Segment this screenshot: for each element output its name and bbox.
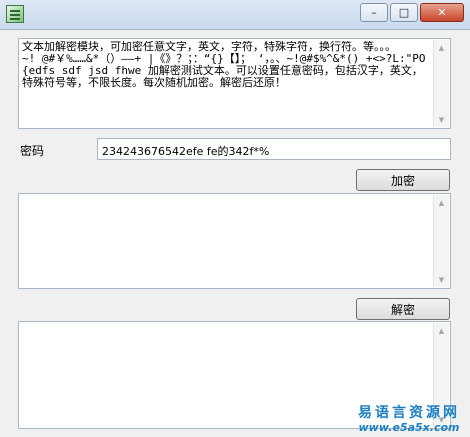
decrypt-button[interactable]: 解密 <box>356 298 450 320</box>
source-text-box[interactable]: 文本加解密模块，可加密任意文字，英文，字符，特殊字符，换行符。等。。。 ~! @… <box>18 38 451 129</box>
scroll-up-icon[interactable]: ▲ <box>434 40 449 55</box>
encrypted-text-box[interactable]: ▲ ▼ <box>18 193 451 289</box>
password-label: 密码 <box>20 144 45 158</box>
app-icon <box>6 5 24 23</box>
source-text: 文本加解密模块，可加密任意文字，英文，字符，特殊字符，换行符。等。。。 ~! @… <box>22 41 426 89</box>
encrypted-scrollbar[interactable]: ▲ ▼ <box>433 195 449 287</box>
minimize-button[interactable]: – <box>360 3 388 22</box>
scroll-up-icon[interactable]: ▲ <box>434 323 449 338</box>
scroll-up-icon[interactable]: ▲ <box>434 195 449 210</box>
watermark: 易语言资源网 www.e5a5x.com <box>358 405 460 434</box>
watermark-line2: www.e5a5x.com <box>358 421 460 434</box>
scroll-down-icon[interactable]: ▼ <box>434 272 449 287</box>
title-bar: – □ ✕ <box>0 0 470 30</box>
encrypted-text <box>22 196 432 286</box>
encrypt-button[interactable]: 加密 <box>356 169 450 191</box>
password-input[interactable]: 234243676542efe fe的342f*% <box>97 138 451 160</box>
window-controls: – □ ✕ <box>358 3 464 22</box>
source-scrollbar[interactable]: ▲ ▼ <box>433 40 449 127</box>
maximize-button[interactable]: □ <box>390 3 418 22</box>
password-value: 234243676542efe fe的342f*% <box>102 145 270 158</box>
scroll-down-icon[interactable]: ▼ <box>434 112 449 127</box>
watermark-line1: 易语言资源网 <box>358 405 460 421</box>
close-button[interactable]: ✕ <box>420 3 464 22</box>
